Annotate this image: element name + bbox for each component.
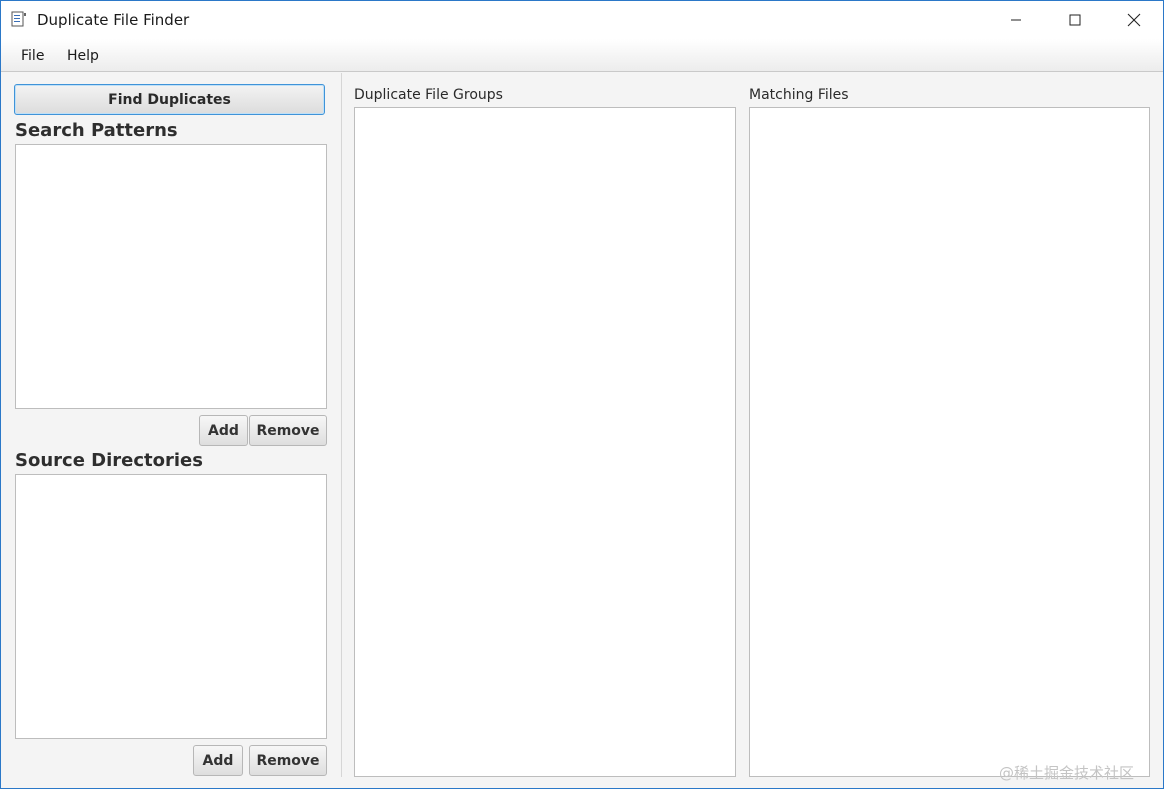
remove-pattern-button[interactable]: Remove [249,415,327,446]
minimize-button[interactable] [987,1,1045,39]
search-patterns-list[interactable] [15,144,327,409]
search-patterns-heading: Search Patterns [15,120,178,141]
source-directories-list[interactable] [15,474,327,739]
title-bar[interactable]: Duplicate File Finder [1,1,1163,39]
close-button[interactable] [1105,1,1163,39]
maximize-button[interactable] [1046,1,1104,39]
app-icon [11,11,27,27]
matching-files-list[interactable] [749,107,1150,777]
maximize-icon [1069,14,1081,26]
matching-files-label: Matching Files [749,87,849,103]
add-directory-button[interactable]: Add [193,745,243,776]
duplicate-groups-label: Duplicate File Groups [354,87,503,103]
add-pattern-button[interactable]: Add [199,415,248,446]
find-duplicates-button[interactable]: Find Duplicates [14,84,325,115]
minimize-icon [1011,19,1021,21]
watermark-text: @稀土掘金技术社区 [999,764,1135,782]
menu-help[interactable]: Help [67,48,99,64]
duplicate-groups-list[interactable] [354,107,736,777]
window-title: Duplicate File Finder [37,11,190,29]
source-directories-heading: Source Directories [15,450,203,471]
remove-directory-button[interactable]: Remove [249,745,327,776]
split-divider[interactable] [341,73,342,777]
close-icon [1127,13,1141,27]
menu-file[interactable]: File [21,48,44,64]
menu-bar: File Help [1,39,1163,72]
app-window: Duplicate File Finder File Help Find Dup… [0,0,1164,789]
